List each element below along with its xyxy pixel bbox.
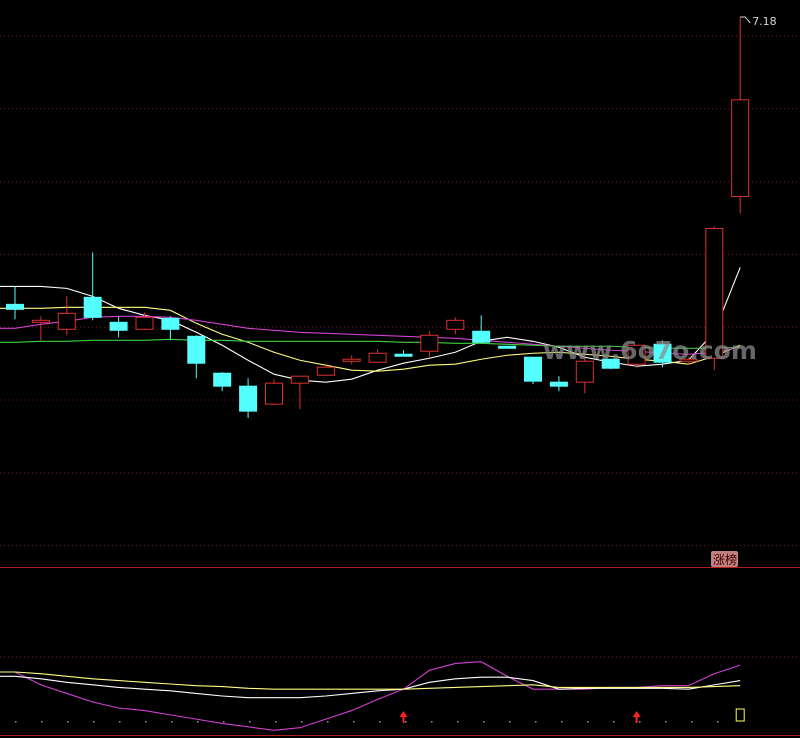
candle-body-down bbox=[109, 321, 128, 331]
baseline-tick bbox=[301, 721, 303, 723]
candle-body-down bbox=[6, 303, 24, 310]
baseline-tick bbox=[41, 721, 43, 723]
watermark-text: www.6o7o.com bbox=[543, 336, 757, 365]
candle-body-up bbox=[446, 319, 465, 330]
baseline-tick bbox=[249, 721, 251, 723]
baseline-tick bbox=[275, 721, 277, 723]
baseline-tick bbox=[613, 721, 615, 723]
baseline-tick bbox=[353, 721, 355, 723]
baseline-tick bbox=[483, 721, 485, 723]
baseline-tick bbox=[639, 721, 641, 723]
chart-stage: 7.18 www.6o7o.com 涨榜 bbox=[0, 0, 800, 738]
baseline-tick bbox=[171, 721, 173, 723]
candle-body-up bbox=[57, 312, 76, 330]
baseline-tick bbox=[223, 721, 225, 723]
candle-body-up bbox=[265, 382, 283, 405]
candle-body-up bbox=[135, 316, 154, 330]
baseline-tick bbox=[509, 721, 511, 723]
candle-body-up bbox=[420, 334, 439, 352]
rank-badge-label: 涨榜 bbox=[713, 552, 737, 567]
candle-body-down bbox=[161, 317, 180, 330]
baseline-tick bbox=[691, 721, 693, 723]
candle-body-down bbox=[549, 381, 568, 387]
candle-body-down bbox=[524, 356, 542, 382]
baseline-tick bbox=[457, 721, 459, 723]
baseline-tick bbox=[145, 721, 147, 723]
high-price-label: 7.18 bbox=[752, 15, 777, 28]
candle-body-down bbox=[187, 335, 206, 364]
baseline-tick bbox=[561, 721, 563, 723]
baseline-tick bbox=[405, 721, 407, 723]
candle-body-up bbox=[368, 352, 387, 363]
candle-body-up bbox=[342, 358, 361, 362]
baseline-tick bbox=[15, 721, 17, 723]
candle-body-up bbox=[290, 375, 309, 384]
baseline-tick bbox=[327, 721, 329, 723]
baseline-tick bbox=[119, 721, 121, 723]
candle-body-up bbox=[731, 99, 750, 198]
baseline-tick bbox=[431, 721, 433, 723]
baseline-tick bbox=[93, 721, 95, 723]
stock-chart: 7.18 www.6o7o.com 涨榜 bbox=[0, 0, 800, 738]
candle-body-down bbox=[472, 330, 491, 343]
candle-body-down bbox=[239, 385, 258, 412]
baseline-tick bbox=[717, 721, 719, 723]
candle-body-up bbox=[316, 366, 335, 376]
candle-body-down bbox=[394, 353, 413, 357]
baseline-tick bbox=[379, 721, 381, 723]
baseline-tick bbox=[197, 721, 199, 723]
candle-body-down bbox=[83, 296, 102, 318]
baseline-tick bbox=[665, 721, 667, 723]
baseline-tick bbox=[535, 721, 537, 723]
candle-body-down bbox=[498, 345, 517, 349]
baseline-tick bbox=[67, 721, 69, 723]
candle-body-up bbox=[31, 319, 50, 323]
candle-body-down bbox=[213, 372, 232, 387]
baseline-tick bbox=[587, 721, 589, 723]
